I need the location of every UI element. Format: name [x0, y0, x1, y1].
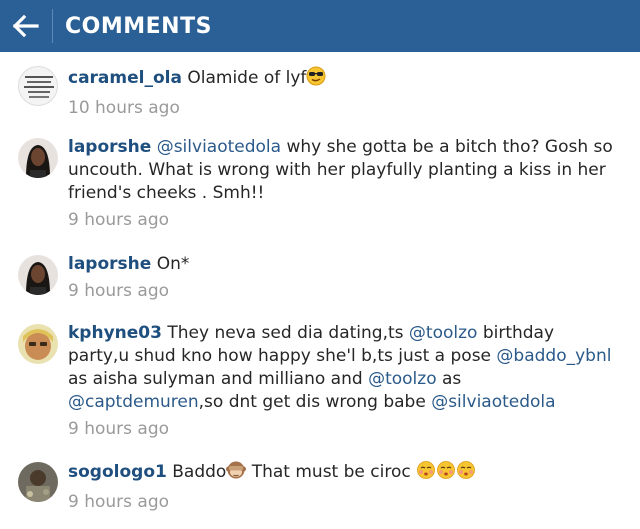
comment-body: kphyne03 They neva sed dia dating,ts @to…: [68, 322, 620, 439]
page-title: COMMENTS: [65, 13, 212, 39]
comment-message: as aisha sulyman and milliano and: [68, 369, 369, 389]
comment-time: 9 hours ago: [68, 210, 170, 230]
profile-photo-icon: [18, 462, 58, 502]
header-divider: [52, 9, 53, 43]
comment-username[interactable]: laporshe: [68, 137, 151, 157]
mention-link[interactable]: @baddo_ybnl: [496, 346, 611, 366]
avatar[interactable]: [18, 66, 58, 106]
mention-link[interactable]: @toolzo: [409, 323, 478, 343]
profile-photo-icon: [18, 138, 58, 178]
comment-body: laporshe On* 9 hours ago: [68, 253, 620, 301]
avatar[interactable]: [18, 138, 58, 178]
comment-username[interactable]: laporshe: [68, 254, 151, 274]
profile-photo-icon: [18, 324, 58, 364]
profile-photo-icon: [18, 255, 58, 295]
comment-text: caramel_ola Olamide of lyf: [68, 66, 620, 93]
avatar[interactable]: [18, 255, 58, 295]
comment-time: 10 hours ago: [68, 98, 180, 118]
mention-link[interactable]: @silviaotedola: [157, 137, 281, 157]
comment-text: laporshe On*: [68, 253, 620, 276]
comment-text: sogologo1 Baddo That must be ciroc: [68, 460, 620, 487]
comment-message: as: [436, 369, 462, 389]
app-header: COMMENTS: [0, 0, 640, 52]
comment-message: On*: [151, 254, 190, 274]
comment-body: sogologo1 Baddo That must be ciroc 9 hou…: [68, 460, 620, 512]
comment-body: caramel_ola Olamide of lyf 10 hours ago: [68, 66, 620, 118]
comment-time: 9 hours ago: [68, 492, 170, 512]
comment-username[interactable]: caramel_ola: [68, 68, 182, 88]
back-button[interactable]: [0, 0, 52, 52]
comment-username[interactable]: sogologo1: [68, 462, 167, 482]
comment-message: Olamide of lyf: [181, 68, 307, 88]
mention-link[interactable]: @captdemuren: [68, 392, 199, 412]
comment-text: kphyne03 They neva sed dia dating,ts @to…: [68, 322, 620, 414]
avatar[interactable]: [18, 324, 58, 364]
avatar[interactable]: [18, 462, 58, 502]
comment-time: 9 hours ago: [68, 281, 170, 301]
comment-time: 9 hours ago: [68, 419, 170, 439]
sunglasses-face-emoji: [306, 66, 326, 93]
comment-message: ,so dnt get dis wrong babe: [198, 392, 432, 412]
arrow-left-icon: [13, 15, 39, 37]
see-no-evil-monkey-emoji: [226, 460, 247, 487]
comment-message: They neva sed dia dating,ts: [161, 323, 409, 343]
text-avatar-icon: [24, 76, 54, 98]
comment-message: Baddo: [166, 462, 227, 482]
comment-body: laporshe @silviaotedola why she gotta be…: [68, 136, 620, 230]
mention-link[interactable]: @silviaotedola: [431, 392, 555, 412]
comment-message: That must be ciroc: [246, 462, 417, 482]
comment-username[interactable]: kphyne03: [68, 323, 162, 343]
comment-text: laporshe @silviaotedola why she gotta be…: [68, 136, 620, 205]
kissing-face-emoji: [416, 460, 476, 487]
mention-link[interactable]: @toolzo: [368, 369, 437, 389]
